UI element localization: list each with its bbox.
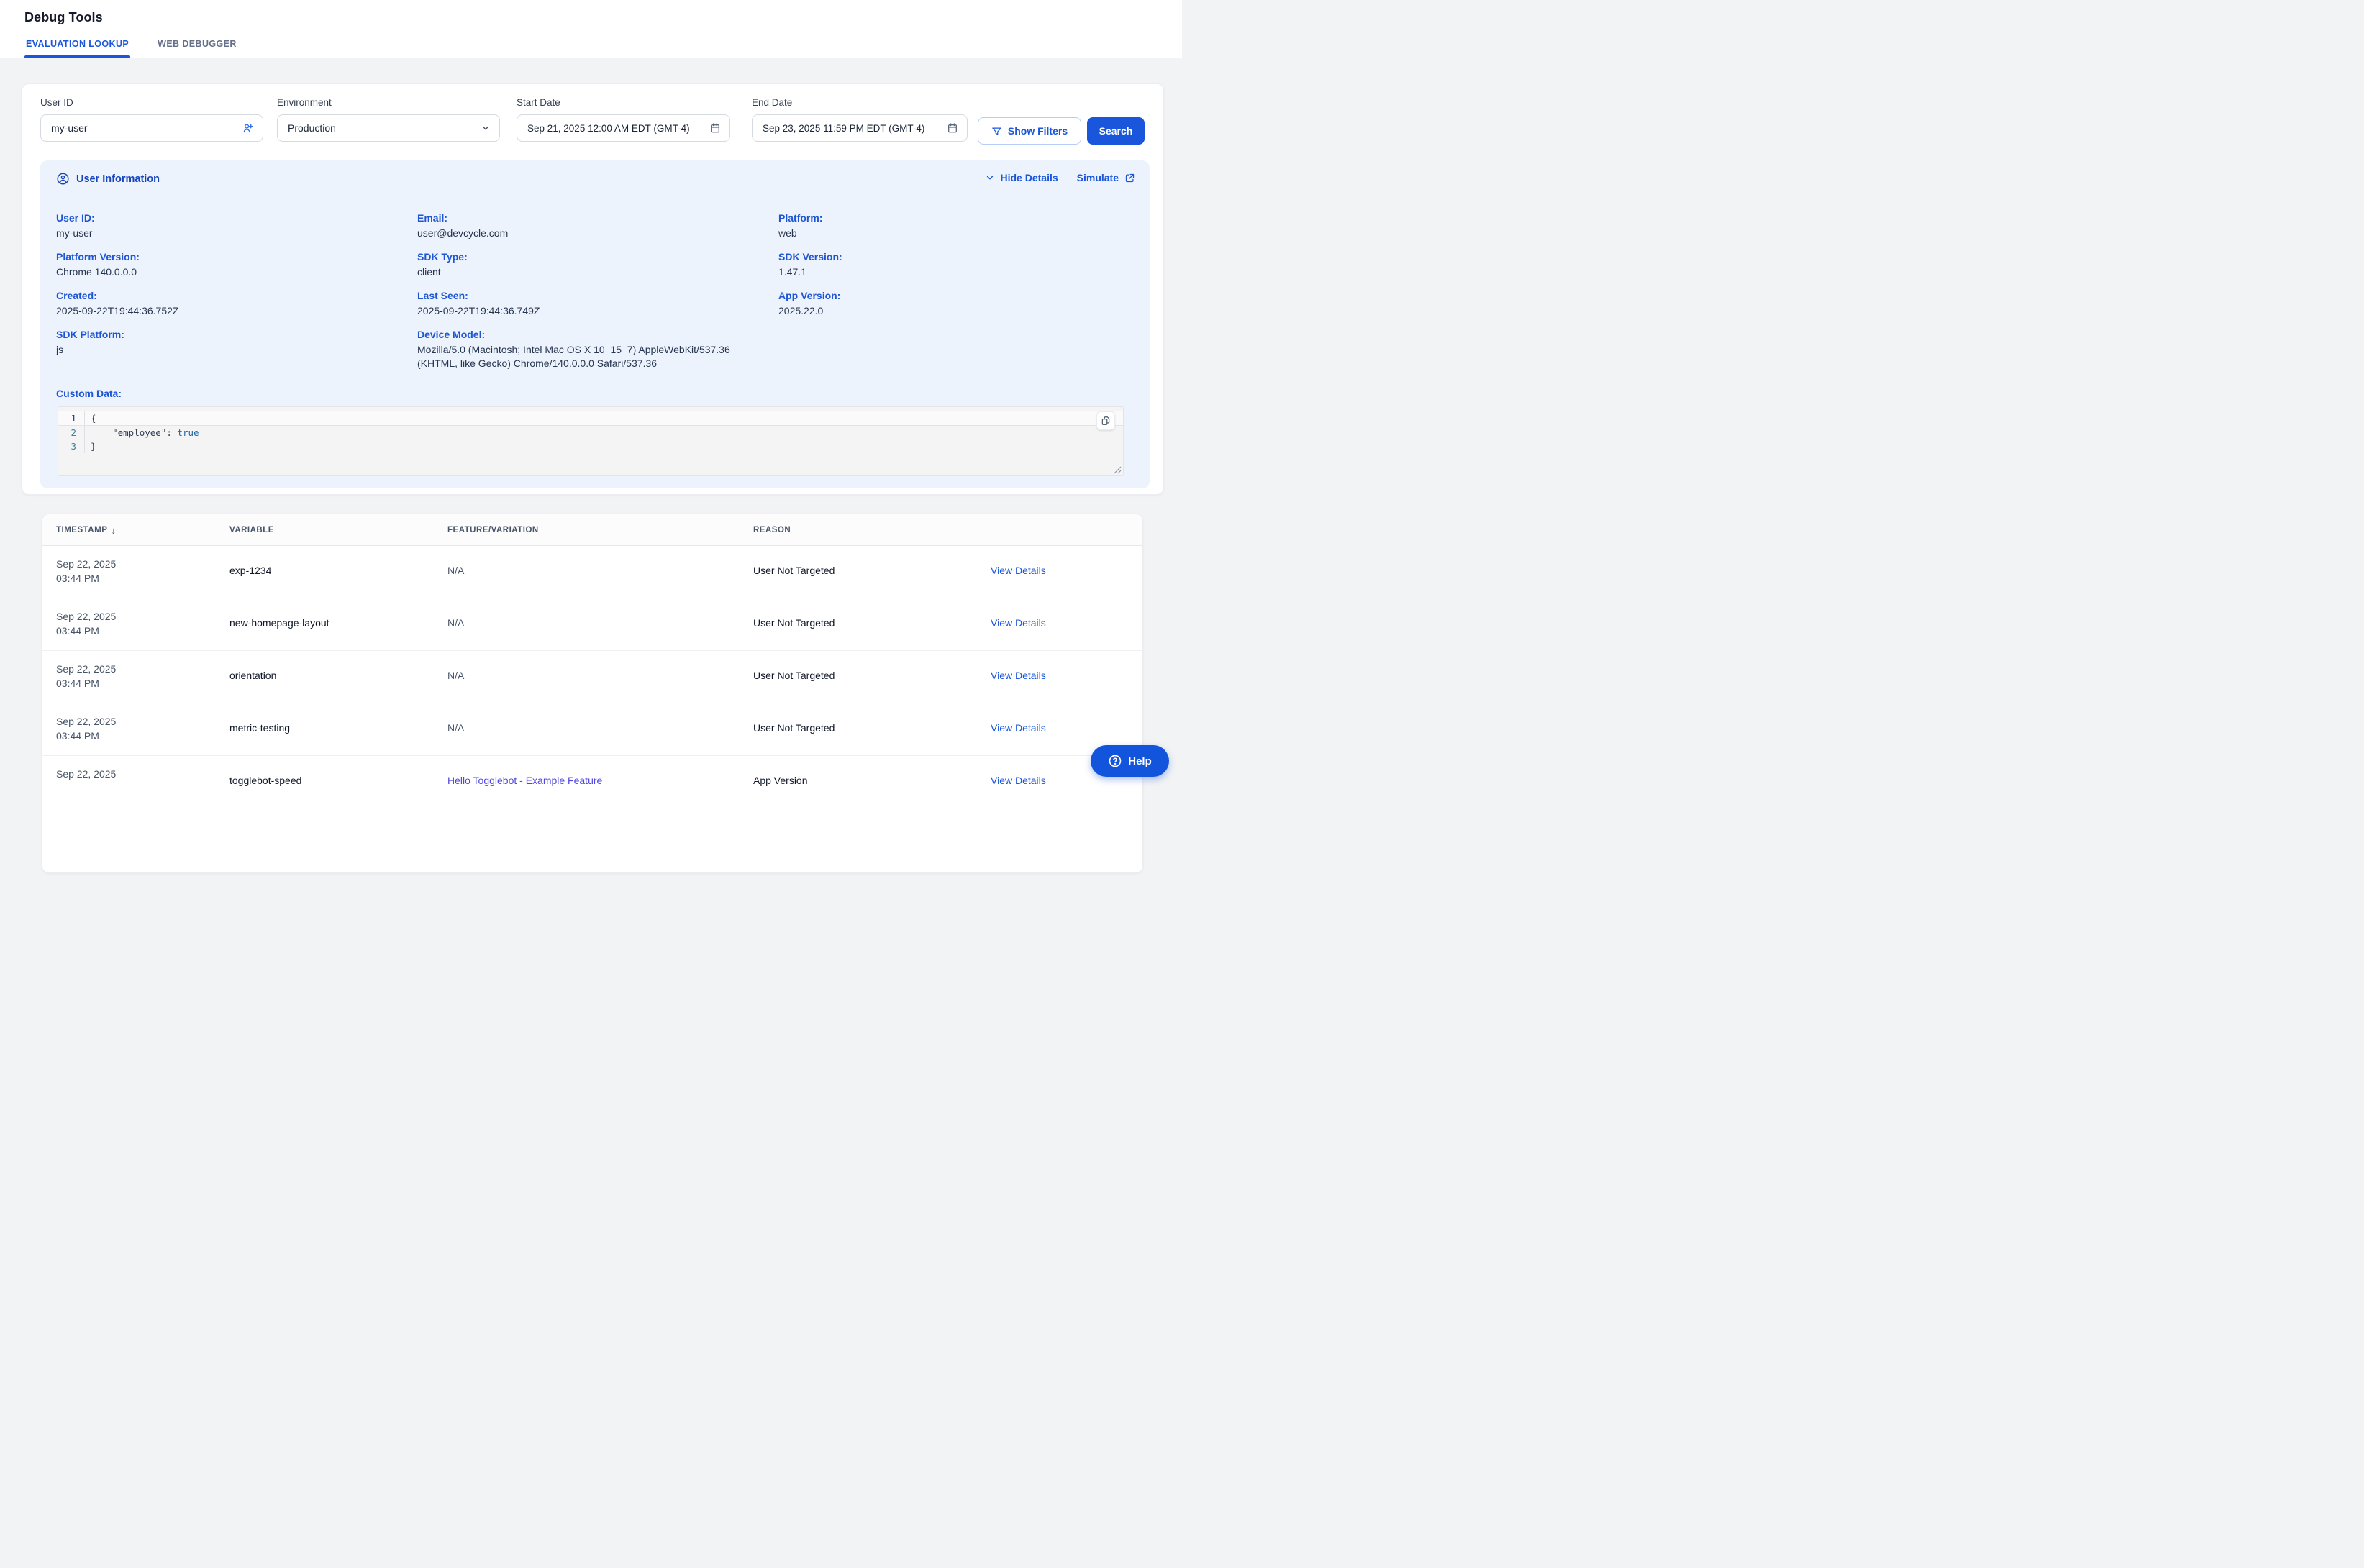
feature-link[interactable]: Hello Togglebot - Example Feature [447, 775, 602, 786]
help-button[interactable]: Help [1091, 745, 1169, 777]
view-details-link[interactable]: View Details [991, 565, 1046, 576]
reason-cell: User Not Targeted [753, 722, 835, 734]
table-row: Sep 22, 202503:44 PM exp-1234 N/A User N… [42, 546, 1142, 598]
view-details-link[interactable]: View Details [991, 775, 1046, 786]
user-information-title: User Information [76, 173, 160, 185]
variable-cell: togglebot-speed [229, 775, 301, 786]
hide-details-button[interactable]: Hide Details [985, 172, 1058, 183]
variable-cell: new-homepage-layout [229, 617, 329, 629]
end-date-label: End Date [752, 97, 968, 108]
environment-select[interactable]: Production [277, 114, 500, 142]
user-information-panel: User Information Hide Details Simulate U… [40, 160, 1150, 488]
simulate-button[interactable]: Simulate [1077, 172, 1135, 183]
filter-funnel-icon [991, 126, 1002, 137]
show-filters-button[interactable]: Show Filters [978, 117, 1081, 145]
reason-cell: User Not Targeted [753, 617, 835, 629]
copy-button[interactable] [1096, 411, 1115, 430]
feature-cell: N/A [447, 565, 464, 576]
table-row: Sep 22, 2025 togglebot-speed Hello Toggl… [42, 756, 1142, 808]
view-details-link[interactable]: View Details [991, 670, 1046, 681]
user-info-column-3: Platform: web SDK Version: 1.47.1 App Ve… [778, 212, 1138, 381]
environment-label: Environment [277, 97, 500, 108]
top-header: Debug Tools EVALUATION LOOKUP WEB DEBUGG… [0, 0, 1182, 58]
variable-cell: orientation [229, 670, 276, 681]
start-date-value: Sep 21, 2025 12:00 AM EDT (GMT-4) [527, 123, 709, 134]
tab-evaluation-lookup[interactable]: EVALUATION LOOKUP [24, 32, 130, 58]
view-details-link[interactable]: View Details [991, 722, 1046, 734]
page-title: Debug Tools [24, 10, 103, 25]
feature-cell: N/A [447, 722, 464, 734]
question-circle-icon [1108, 754, 1122, 768]
custom-data-editor[interactable]: 1 { 2 "employee": true 3 } [58, 406, 1124, 476]
column-header-timestamp[interactable]: TIMESTAMP ↓ [56, 514, 116, 546]
calendar-icon [947, 122, 958, 134]
field-platform-version: Platform Version: Chrome 140.0.0.0 [56, 251, 417, 279]
field-last-seen: Last Seen: 2025-09-22T19:44:36.749Z [417, 290, 778, 318]
end-date-picker[interactable]: Sep 23, 2025 11:59 PM EDT (GMT-4) [752, 114, 968, 142]
code-line-1: 1 { [58, 411, 1123, 426]
sort-descending-icon: ↓ [111, 525, 116, 536]
field-app-version: App Version: 2025.22.0 [778, 290, 1138, 318]
field-sdk-platform: SDK Platform: js [56, 329, 417, 357]
evaluations-table: TIMESTAMP ↓ VARIABLE FEATURE/VARIATION R… [42, 514, 1143, 873]
user-info-column-1: User ID: my-user Platform Version: Chrom… [56, 212, 417, 381]
end-date-value: Sep 23, 2025 11:59 PM EDT (GMT-4) [763, 123, 947, 134]
reason-cell: User Not Targeted [753, 565, 835, 576]
column-header-reason: REASON [753, 514, 791, 546]
column-header-feature-variation: FEATURE/VARIATION [447, 514, 539, 546]
variable-cell: metric-testing [229, 722, 290, 734]
resize-handle[interactable] [1114, 466, 1122, 474]
start-date-label: Start Date [517, 97, 730, 108]
field-email: Email: user@devcycle.com [417, 212, 778, 240]
evaluation-lookup-card: User ID Environment Production Start Dat… [22, 83, 1164, 495]
tab-web-debugger[interactable]: WEB DEBUGGER [156, 32, 238, 58]
user-id-field-wrap [40, 114, 263, 142]
chevron-down-icon [985, 173, 995, 183]
add-user-icon[interactable] [242, 122, 254, 135]
custom-data-label: Custom Data: [56, 388, 122, 399]
field-sdk-type: SDK Type: client [417, 251, 778, 279]
field-platform: Platform: web [778, 212, 1138, 240]
help-label: Help [1128, 755, 1152, 767]
code-line-3: 3 } [58, 439, 1123, 453]
tab-bar: EVALUATION LOOKUP WEB DEBUGGER [24, 32, 238, 58]
reason-cell: User Not Targeted [753, 670, 835, 681]
start-date-picker[interactable]: Sep 21, 2025 12:00 AM EDT (GMT-4) [517, 114, 730, 142]
table-header-row: TIMESTAMP ↓ VARIABLE FEATURE/VARIATION R… [42, 514, 1142, 546]
user-info-column-2: Email: user@devcycle.com SDK Type: clien… [417, 212, 778, 381]
feature-cell: N/A [447, 617, 464, 629]
column-header-variable: VARIABLE [229, 514, 274, 546]
field-user-id: User ID: my-user [56, 212, 417, 240]
variable-cell: exp-1234 [229, 565, 271, 576]
search-label: Search [1099, 125, 1133, 137]
code-line-2: 2 "employee": true [58, 426, 1123, 439]
user-information-header: User Information [56, 172, 160, 186]
field-sdk-version: SDK Version: 1.47.1 [778, 251, 1138, 279]
user-id-label: User ID [40, 97, 263, 108]
search-button[interactable]: Search [1087, 117, 1145, 145]
field-device-model: Device Model: Mozilla/5.0 (Macintosh; In… [417, 329, 778, 370]
table-row: Sep 22, 202503:44 PM metric-testing N/A … [42, 703, 1142, 756]
reason-cell: App Version [753, 775, 808, 786]
copy-icon [1101, 416, 1111, 426]
table-row: Sep 22, 202503:44 PM new-homepage-layout… [42, 598, 1142, 651]
calendar-icon [709, 122, 721, 134]
field-created: Created: 2025-09-22T19:44:36.752Z [56, 290, 417, 318]
table-row: Sep 22, 202503:44 PM orientation N/A Use… [42, 651, 1142, 703]
chevron-down-icon [481, 123, 491, 133]
environment-value: Production [288, 122, 481, 134]
show-filters-label: Show Filters [1008, 125, 1068, 137]
view-details-link[interactable]: View Details [991, 617, 1046, 629]
user-id-input[interactable] [51, 122, 242, 134]
feature-cell: N/A [447, 670, 464, 681]
user-circle-icon [56, 172, 70, 186]
external-link-icon [1124, 173, 1135, 183]
